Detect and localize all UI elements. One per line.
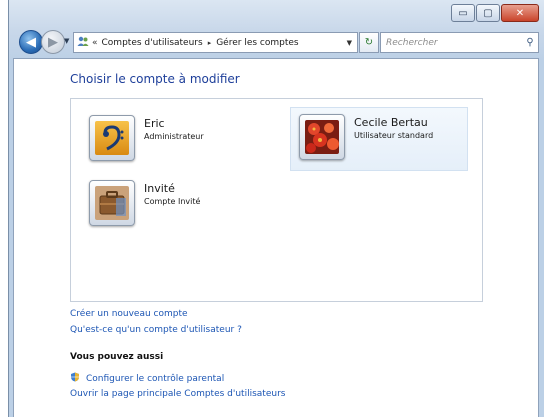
flowers-photo-icon [305,120,339,154]
close-button[interactable]: ✕ [501,4,539,22]
account-type: Administrateur [144,132,204,141]
accounts-list: Eric Administrateur Cecile Bertau Utilis… [70,98,483,302]
back-button[interactable]: ◀ [19,30,43,54]
guest-suitcase-icon [95,186,129,220]
avatar [89,115,135,161]
parental-shield-icon [71,372,79,382]
breadcrumb-separator[interactable]: ▸ [208,39,212,47]
main-user-accounts-link[interactable]: Ouvrir la page principale Comptes d'util… [70,389,285,399]
address-dropdown-icon[interactable]: ▼ [347,39,352,47]
page-title: Choisir le compte à modifier [70,72,240,86]
breadcrumb-chevron[interactable]: « [92,38,98,48]
account-name: Eric [144,117,165,130]
content-pane: Choisir le compte à modifier Eric Admini… [13,58,539,417]
forward-button[interactable]: ▶ [41,30,65,54]
account-name: Cecile Bertau [354,116,428,129]
explorer-window: ▭ ▢ ✕ ◀ ▶ ▼ « Comptes d'utilisateurs ▸ G… [8,0,544,417]
refresh-button[interactable]: ↻ [359,32,379,53]
account-tile-cecile-bertau[interactable]: Cecile Bertau Utilisateur standard [290,107,468,171]
account-type: Utilisateur standard [354,131,434,140]
parental-controls-label: Configurer le contrôle parental [86,374,225,384]
window-controls: ▭ ▢ ✕ [451,4,539,22]
users-folder-icon [76,36,90,50]
what-is-account-link[interactable]: Qu'est-ce qu'un compte d'utilisateur ? [70,325,242,335]
account-name: Invité [144,182,175,195]
recent-pages-dropdown[interactable]: ▼ [64,37,69,45]
bass-clef-icon [95,121,129,155]
avatar [89,180,135,226]
breadcrumb-item-user-accounts[interactable]: Comptes d'utilisateurs [102,38,203,48]
search-icon[interactable]: ⚲ [522,37,538,48]
search-placeholder: Rechercher [386,37,438,48]
parental-controls-link[interactable]: Configurer le contrôle parental [70,372,224,384]
navigation-bar: ◀ ▶ ▼ « Comptes d'utilisateurs ▸ Gérer l… [13,30,539,54]
account-tile-invite[interactable]: Invité Compte Invité [81,174,271,236]
arrow-left-icon: ◀ [26,34,36,50]
address-bar[interactable]: « Comptes d'utilisateurs ▸ Gérer les com… [73,32,358,53]
avatar [299,114,345,160]
minimize-button[interactable]: ▭ [451,4,475,22]
breadcrumb-item-manage-accounts[interactable]: Gérer les comptes [216,38,298,48]
refresh-icon: ↻ [364,37,374,48]
account-type: Compte Invité [144,197,201,206]
also-heading: Vous pouvez aussi [70,352,164,362]
create-account-link[interactable]: Créer un nouveau compte [70,309,188,319]
maximize-button[interactable]: ▢ [476,4,500,22]
arrow-right-icon: ▶ [48,34,58,50]
account-tile-eric[interactable]: Eric Administrateur [81,109,271,171]
search-input[interactable]: Rechercher ⚲ [380,32,539,53]
